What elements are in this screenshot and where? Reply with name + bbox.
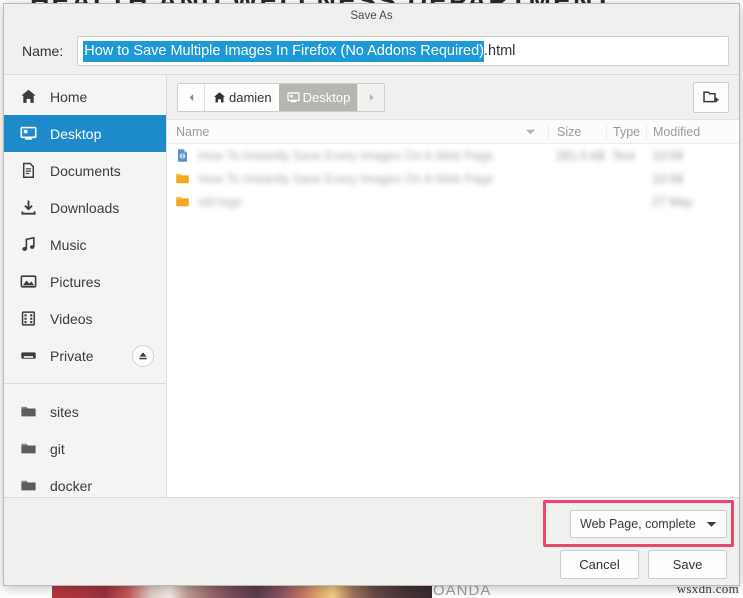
- file-type-dropdown[interactable]: Web Page, complete: [570, 510, 727, 538]
- file-browser: damien Desktop Name Size Type Modified H…: [167, 75, 739, 497]
- eject-icon[interactable]: [132, 344, 154, 367]
- sidebar-item-private[interactable]: Private: [4, 337, 166, 374]
- sidebar-item-home[interactable]: Home: [4, 78, 166, 115]
- column-header-type[interactable]: Type: [606, 124, 646, 139]
- sidebar-label-private: Private: [50, 347, 94, 364]
- save-button[interactable]: Save: [648, 550, 727, 579]
- table-row[interactable]: How To Instantly Save Every Images On A …: [167, 167, 739, 190]
- sidebar-divider: [4, 383, 166, 384]
- image-icon: [19, 273, 37, 291]
- cancel-button[interactable]: Cancel: [560, 550, 639, 579]
- column-header-name[interactable]: Name: [167, 125, 548, 139]
- sidebar-label-home: Home: [50, 88, 88, 105]
- home-icon: [19, 88, 37, 106]
- breadcrumb-item-damien[interactable]: damien: [205, 83, 279, 111]
- sidebar-item-desktop[interactable]: Desktop: [4, 115, 166, 152]
- sidebar-label-music: Music: [50, 236, 87, 253]
- dialog-body: Home Desktop Documents Downloads Music P…: [4, 74, 739, 497]
- file-modified-cell: 10:08: [652, 171, 684, 186]
- file-list[interactable]: Name Size Type Modified How To Instantly…: [167, 119, 739, 497]
- chevron-down-icon: [706, 517, 717, 531]
- desktop-icon: [286, 90, 301, 105]
- filename-extension-text: .html: [483, 43, 516, 59]
- desktop-icon: [19, 125, 37, 143]
- file-name-cell: How To Instantly Save Every Images On A …: [167, 148, 548, 164]
- sidebar-item-docker[interactable]: docker: [4, 467, 166, 497]
- breadcrumb-label-damien: damien: [229, 89, 272, 105]
- breadcrumb: damien Desktop: [177, 82, 386, 112]
- column-label-name: Name: [176, 124, 210, 139]
- folder-icon: [174, 171, 190, 187]
- filename-selected-text: How to Save Multiple Images In Firefox (…: [83, 40, 484, 62]
- save-as-dialog: Save As Name: How to Save Multiple Image…: [3, 3, 740, 586]
- folder-icon: [19, 403, 37, 421]
- file-modified-cell: 10:08: [652, 148, 684, 163]
- sidebar-label-docker: docker: [50, 477, 93, 494]
- sidebar-item-git[interactable]: git: [4, 430, 166, 467]
- folder-icon: [174, 194, 190, 210]
- sidebar-item-documents[interactable]: Documents: [4, 152, 166, 189]
- path-bar: damien Desktop: [167, 75, 739, 119]
- file-type-value: Web Page, complete: [580, 517, 696, 531]
- dialog-title: Save As: [350, 10, 393, 22]
- file-name-cell: old-logs: [167, 194, 548, 210]
- sidebar-label-git: git: [50, 440, 65, 457]
- film-icon: [19, 310, 37, 328]
- breadcrumb-item-desktop[interactable]: Desktop: [278, 83, 358, 111]
- download-icon: [19, 199, 37, 217]
- breadcrumb-back-button[interactable]: [178, 83, 205, 111]
- places-sidebar[interactable]: Home Desktop Documents Downloads Music P…: [4, 75, 167, 497]
- sidebar-item-pictures[interactable]: Pictures: [4, 263, 166, 300]
- file-name-text: old-logs: [198, 194, 242, 209]
- file-modified-cell: 27 May: [652, 194, 693, 209]
- sidebar-label-desktop: Desktop: [50, 125, 102, 142]
- music-note-icon: [19, 236, 37, 254]
- sidebar-label-sites: sites: [50, 403, 79, 420]
- filename-row: Name: How to Save Multiple Images In Fir…: [4, 28, 739, 74]
- sidebar-item-sites[interactable]: sites: [4, 393, 166, 430]
- file-size-cell: 281.5 kB: [556, 148, 606, 163]
- new-folder-icon[interactable]: [693, 81, 729, 113]
- sidebar-item-music[interactable]: Music: [4, 226, 166, 263]
- folder-icon: [19, 440, 37, 458]
- dialog-action-bar: Web Page, complete Cancel Save: [4, 497, 739, 585]
- table-row[interactable]: How To Instantly Save Every Images On A …: [167, 144, 739, 167]
- file-list-header: Name Size Type Modified: [167, 120, 739, 144]
- dialog-titlebar: Save As: [4, 4, 739, 28]
- sidebar-label-documents: Documents: [50, 162, 121, 179]
- table-row[interactable]: old-logs 27 May: [167, 190, 739, 213]
- home-icon: [212, 90, 227, 105]
- breadcrumb-forward-button[interactable]: [357, 83, 385, 111]
- drive-icon: [19, 347, 37, 365]
- file-name-cell: How To Instantly Save Every Images On A …: [167, 171, 548, 187]
- sidebar-label-downloads: Downloads: [50, 199, 120, 216]
- sort-descending-icon: [525, 125, 536, 139]
- page-root: HEALTH AND WELLNESS DEPARTMENT OANDA wsx…: [0, 0, 743, 598]
- folder-icon: [19, 477, 37, 495]
- breadcrumb-label-desktop: Desktop: [302, 89, 351, 105]
- column-header-size[interactable]: Size: [548, 124, 606, 139]
- sidebar-label-videos: Videos: [50, 310, 93, 327]
- dialog-button-row: Cancel Save: [560, 550, 727, 579]
- filename-input[interactable]: How to Save Multiple Images In Firefox (…: [77, 36, 729, 66]
- file-name-text: How To Instantly Save Every Images On A …: [198, 148, 494, 163]
- html-file-icon: [174, 148, 190, 164]
- sidebar-item-videos[interactable]: Videos: [4, 300, 166, 337]
- document-icon: [19, 162, 37, 180]
- file-type-cell: Text: [612, 148, 635, 163]
- file-name-text: How To Instantly Save Every Images On A …: [198, 171, 494, 186]
- column-header-modified[interactable]: Modified: [646, 124, 721, 139]
- filename-label: Name:: [22, 43, 64, 59]
- sidebar-label-pictures: Pictures: [50, 273, 101, 290]
- sidebar-item-downloads[interactable]: Downloads: [4, 189, 166, 226]
